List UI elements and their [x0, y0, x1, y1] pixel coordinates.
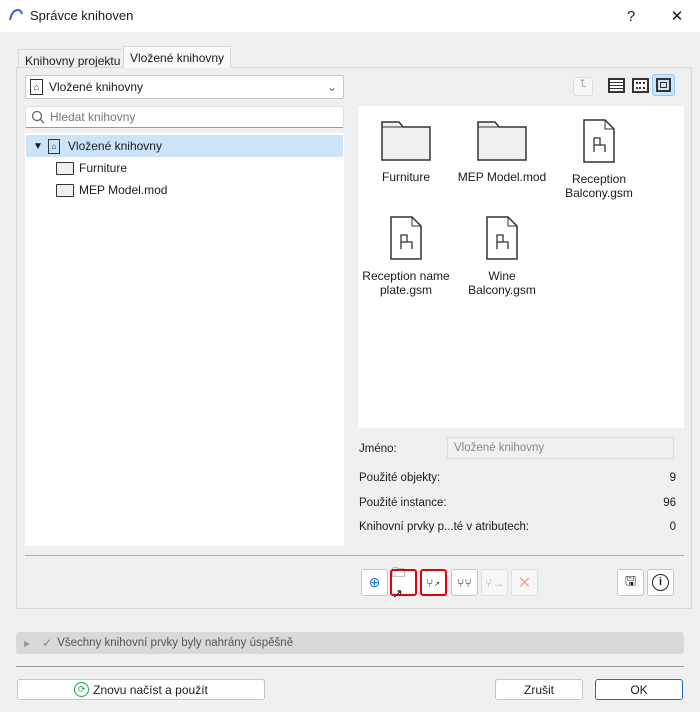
- folder-add-icon: ⊕: [368, 574, 381, 590]
- info-icon: i: [652, 574, 669, 591]
- duplicate-objects-button[interactable]: ⑂⑂: [451, 569, 478, 596]
- help-button[interactable]: ?: [608, 0, 654, 32]
- export-folder-button[interactable]: 🗀↗: [390, 565, 417, 601]
- tree-item-label: Furniture: [79, 161, 128, 175]
- window-title: Správce knihoven: [30, 8, 134, 23]
- app-logo-icon: [9, 9, 23, 21]
- tree-item-root[interactable]: ▼ ⌂ Vložené knihovny: [26, 135, 343, 157]
- search-icon: [31, 110, 45, 124]
- reload-label: Znovu načíst a použít: [93, 682, 208, 697]
- item-label: Reception Balcony.gsm: [565, 172, 633, 200]
- tab-project-libraries[interactable]: Knihovny projektu: [18, 49, 128, 68]
- used-objects-value: 9: [669, 472, 676, 484]
- cancel-button[interactable]: Zrušit: [495, 679, 583, 700]
- expand-icon: ▶: [24, 638, 31, 648]
- library-icon: ⌂: [30, 79, 43, 95]
- save-icon: 🖫: [624, 572, 637, 588]
- chair-export-icon: ⑂↗: [426, 575, 441, 590]
- chevron-down-icon: ⌄: [326, 80, 337, 94]
- attribute-items-label: Knihovní prvky p...té v atributech:: [359, 521, 530, 533]
- delete-icon: ✕: [517, 574, 532, 592]
- list-view-button[interactable]: [608, 78, 625, 93]
- library-icon: ⌂: [47, 138, 60, 154]
- refresh-icon: ⟳: [74, 682, 90, 697]
- library-item[interactable]: Wine Balcony.gsm: [454, 215, 550, 297]
- item-label: Wine Balcony.gsm: [468, 269, 536, 297]
- folder-icon: [477, 121, 527, 161]
- large-icons-view-button[interactable]: [652, 74, 675, 96]
- item-label: Reception name plate.gsm: [362, 269, 450, 297]
- chairs-icon: ⑂⑂: [457, 575, 472, 590]
- library-dropdown[interactable]: ⌂ Vložené knihovny ⌄: [25, 75, 344, 99]
- tree-item-furniture[interactable]: Furniture: [26, 157, 343, 179]
- parent-folder-button[interactable]: ⮤: [573, 77, 593, 96]
- info-button[interactable]: i: [647, 569, 674, 596]
- delete-button[interactable]: ✕: [511, 569, 538, 596]
- tree-item-label: MEP Model.mod: [79, 183, 168, 197]
- divider: [25, 555, 684, 556]
- folder-icon: [56, 161, 74, 175]
- chair-move-icon: ⑂→: [484, 575, 505, 590]
- object-file-icon: [486, 216, 518, 260]
- object-file-icon: [390, 216, 422, 260]
- item-label: MEP Model.mod: [457, 170, 547, 184]
- item-label: Furniture: [381, 170, 431, 184]
- add-library-button[interactable]: ⊕: [361, 569, 388, 596]
- attribute-items-value: 0: [669, 521, 676, 533]
- used-instances-value: 96: [663, 497, 676, 509]
- library-item[interactable]: MEP Model.mod: [454, 118, 550, 184]
- name-label: Jméno:: [359, 443, 397, 455]
- status-bar[interactable]: ▶ ✓ Všechny knihovní prvky byly nahrány …: [16, 632, 684, 654]
- check-icon: ✓: [42, 636, 53, 650]
- used-instances-label: Použité instance:: [359, 497, 447, 509]
- reload-apply-button[interactable]: ⟳ Znovu načíst a použít: [17, 679, 265, 700]
- name-field: Vložené knihovny: [447, 437, 674, 459]
- search-input[interactable]: Hledat knihovny: [25, 106, 344, 128]
- move-object-button[interactable]: ⑂→: [481, 569, 508, 596]
- save-button[interactable]: 🖫: [617, 569, 644, 596]
- used-objects-label: Použité objekty:: [359, 472, 441, 484]
- folder-icon: [56, 183, 74, 197]
- ok-button[interactable]: OK: [595, 679, 683, 700]
- tree-item-mep-model[interactable]: MEP Model.mod: [26, 179, 343, 201]
- divider: [16, 666, 684, 667]
- object-file-icon: [583, 119, 615, 163]
- folder-icon: [381, 121, 431, 161]
- tree-item-label: Vložené knihovny: [67, 139, 162, 153]
- tab-embedded-libraries[interactable]: Vložené knihovny: [123, 46, 232, 68]
- library-item[interactable]: Furniture: [358, 118, 454, 184]
- close-button[interactable]: ✕: [654, 0, 700, 32]
- status-text: Všechny knihovní prvky byly nahrány úspě…: [57, 637, 294, 649]
- export-object-button[interactable]: ⑂↗: [420, 569, 447, 596]
- folder-export-icon: 🗀↗: [392, 564, 406, 601]
- title-bar: Správce knihoven ? ✕: [0, 0, 700, 32]
- search-placeholder: Hledat knihovny: [50, 110, 136, 124]
- chevron-down-icon: ▼: [33, 140, 43, 152]
- library-item[interactable]: Reception name plate.gsm: [358, 215, 454, 297]
- library-dropdown-value: Vložené knihovny: [49, 80, 144, 94]
- small-icons-view-button[interactable]: [632, 78, 649, 93]
- library-item[interactable]: Reception Balcony.gsm: [551, 118, 647, 200]
